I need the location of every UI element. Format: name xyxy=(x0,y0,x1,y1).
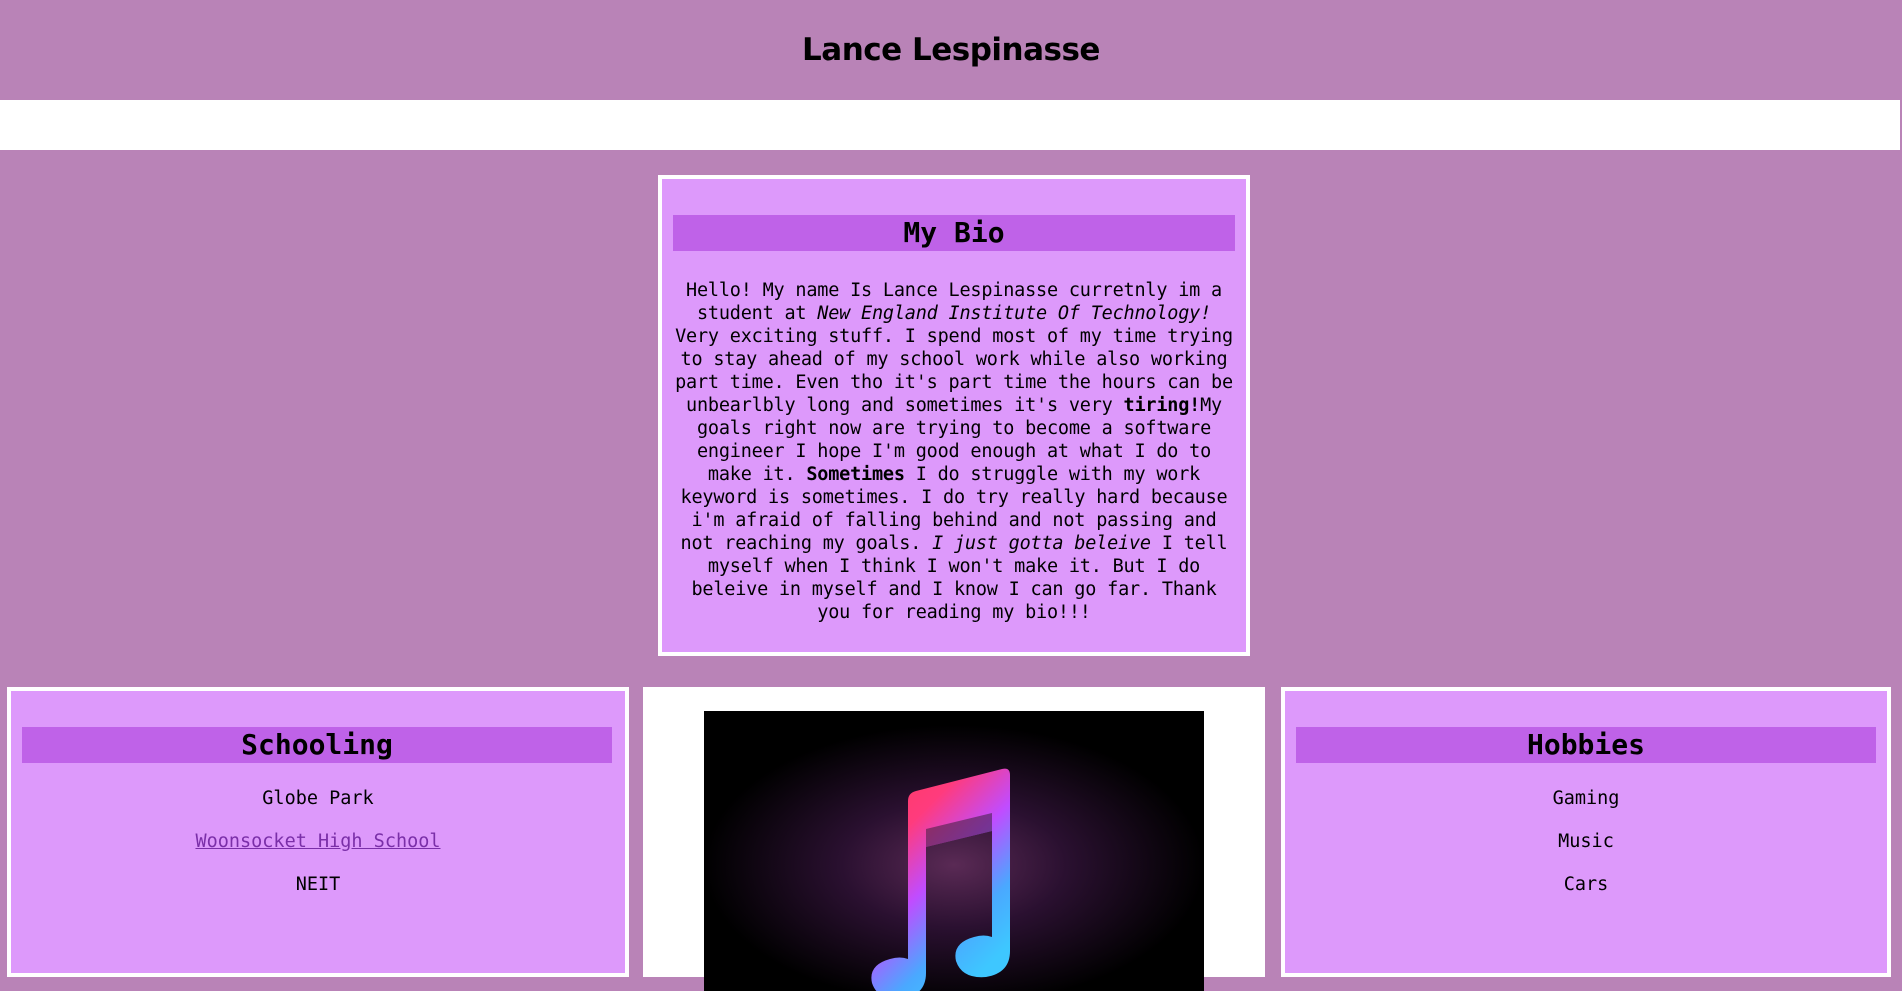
schooling-item: Woonsocket High School xyxy=(11,830,625,873)
bio-heading: My Bio xyxy=(673,215,1235,251)
bio-segment-bold: Sometimes xyxy=(806,464,905,485)
bio-segment-italic: I just gotta beleive xyxy=(932,533,1151,554)
schooling-heading: Schooling xyxy=(22,727,612,763)
hobbies-panel: Hobbies Gaming Music Cars xyxy=(1281,687,1891,977)
woonsocket-high-school-link[interactable]: Woonsocket High School xyxy=(195,831,440,852)
bio-text: Hello! My name Is Lance Lespinasse curre… xyxy=(672,279,1236,624)
nav-bar xyxy=(0,100,1900,150)
hobbies-list: Gaming Music Cars xyxy=(1285,787,1887,916)
schooling-list: Globe Park Woonsocket High School NEIT xyxy=(11,787,625,916)
page-title: Lance Lespinasse xyxy=(802,32,1100,68)
schooling-panel: Schooling Globe Park Woonsocket High Sch… xyxy=(7,687,629,977)
schooling-item: Globe Park xyxy=(262,788,374,809)
bio-segment-italic: New England Institute Of Technology! xyxy=(817,303,1212,324)
bio-panel: My Bio Hello! My name Is Lance Lespinass… xyxy=(658,175,1250,656)
hobbies-item: Music xyxy=(1558,831,1614,852)
bio-segment-bold: tiring! xyxy=(1123,395,1201,416)
music-image xyxy=(704,711,1204,991)
music-note-icon xyxy=(704,711,1204,991)
hobbies-item: Cars xyxy=(1563,874,1609,895)
schooling-item: NEIT xyxy=(295,874,341,895)
hobbies-heading: Hobbies xyxy=(1296,727,1876,763)
site-header: Lance Lespinasse xyxy=(0,0,1902,100)
music-image-panel xyxy=(643,687,1265,991)
hobbies-item: Gaming xyxy=(1552,788,1620,809)
